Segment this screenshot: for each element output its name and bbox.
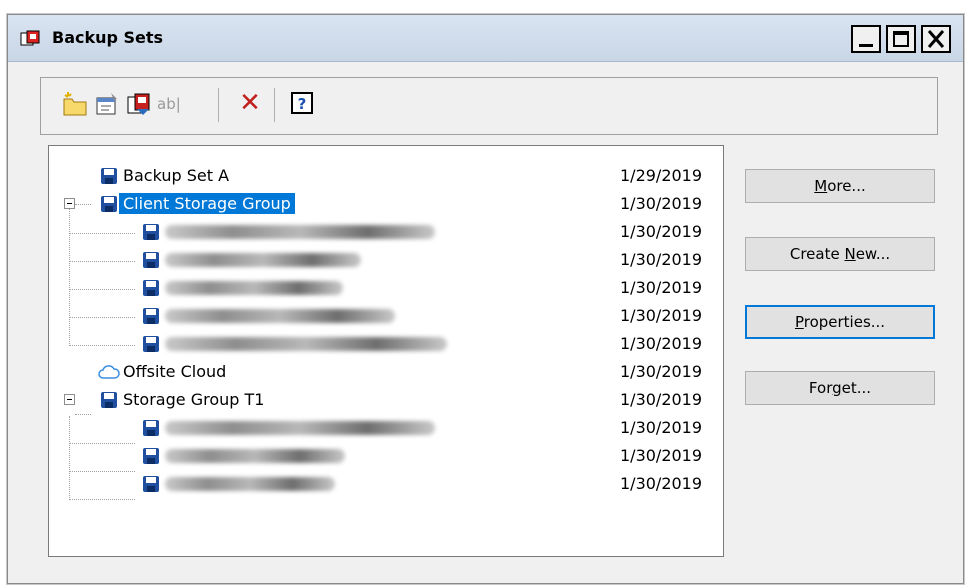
backup-sets-window: Backup Sets ab| ✕ ? Backup Set A 1/29/20… [7,14,964,584]
tree-row-date: 1/30/2019 [620,334,703,353]
floppy-icon [143,308,159,324]
forget-button-accesskey: g [832,379,842,397]
tree-row-child[interactable]: 1/30/2019 [49,302,719,330]
floppy-icon [101,392,117,408]
tree-row-date: 1/30/2019 [620,418,703,437]
tree-row-date: 1/30/2019 [620,278,703,297]
maximize-button[interactable] [886,25,916,53]
tree-row-client-storage-group[interactable]: Client Storage Group 1/30/2019 [49,190,719,218]
help-icon[interactable]: ? [291,92,313,114]
create-new-button-accesskey: N [844,245,856,263]
forget-button[interactable]: Forget... [745,371,935,405]
tree-row-storage-group-t1[interactable]: Storage Group T1 1/30/2019 [49,386,719,414]
forget-button-label-pre: For [808,379,833,397]
tree-row-child[interactable]: 1/30/2019 [49,246,719,274]
floppy-icon [143,224,159,240]
more-button-accesskey: M [814,177,828,195]
tree-row-date: 1/30/2019 [620,222,703,241]
floppy-icon [143,448,159,464]
tree-row-child[interactable]: 1/30/2019 [49,218,719,246]
tree-row-date: 1/30/2019 [620,390,703,409]
cloud-icon [98,365,120,379]
toolbar: ab| ✕ ? [40,77,938,135]
tree-row-date: 1/30/2019 [620,362,703,381]
redacted-label [165,309,395,323]
tree-row-date: 1/30/2019 [620,474,703,493]
toolbar-separator [274,88,275,122]
toolbar-separator [218,88,219,122]
title-bar[interactable]: Backup Sets [8,15,963,62]
tree-row-backup-set-a[interactable]: Backup Set A 1/29/2019 [49,162,719,190]
redacted-label [165,225,435,239]
floppy-icon [101,168,117,184]
backup-sets-app-icon [20,30,40,46]
tree-row-label: Client Storage Group [119,193,295,214]
backup-sets-tree[interactable]: Backup Set A 1/29/2019 Client Storage Gr… [48,145,724,557]
new-folder-icon[interactable] [61,89,89,119]
tree-row-child[interactable]: 1/30/2019 [49,470,719,498]
window-title: Backup Sets [52,28,164,47]
properties-icon[interactable] [93,89,121,119]
tree-row-label: Storage Group T1 [123,390,265,409]
properties-button[interactable]: Properties... [745,305,935,339]
backup-icon[interactable] [125,89,153,119]
floppy-icon [101,196,117,212]
floppy-icon [143,252,159,268]
floppy-icon [143,476,159,492]
minimize-icon [859,44,873,47]
create-new-button-label-pre: Create [789,245,845,263]
collapse-toggle[interactable] [64,394,75,405]
tree-row-label: Backup Set A [123,166,230,185]
tree-row-child[interactable]: 1/30/2019 [49,414,719,442]
tree-row-date: 1/29/2019 [620,166,703,185]
screen: Backup Sets ab| ✕ ? Backup Set A 1/29/20… [0,0,973,588]
create-new-button[interactable]: Create New... [745,237,935,271]
properties-button-label-post: roperties... [803,313,886,331]
create-new-button-label-post: ew... [855,245,891,263]
tree-row-child[interactable]: 1/30/2019 [49,330,719,358]
tree-connector [69,499,135,500]
tree-row-date: 1/30/2019 [620,250,703,269]
tree-row-date: 1/30/2019 [620,194,703,213]
delete-icon[interactable]: ✕ [236,89,264,119]
redacted-label [165,253,361,267]
redacted-label [165,449,345,463]
forget-button-label-post: et... [841,379,872,397]
floppy-icon [143,280,159,296]
floppy-icon [143,420,159,436]
floppy-icon [143,336,159,352]
properties-button-accesskey: P [794,313,804,331]
more-button[interactable]: More... [745,169,935,203]
tree-row-date: 1/30/2019 [620,306,703,325]
tree-row-date: 1/30/2019 [620,446,703,465]
redacted-label [165,477,335,491]
close-icon [927,30,945,48]
redacted-label [165,337,447,351]
rename-icon[interactable]: ab| [157,89,191,119]
collapse-toggle[interactable] [64,198,75,209]
close-button[interactable] [921,25,951,53]
more-button-label-post: ore... [827,177,866,195]
redacted-label [165,421,435,435]
tree-row-child[interactable]: 1/30/2019 [49,442,719,470]
tree-row-label: Offsite Cloud [123,362,227,381]
minimize-button[interactable] [851,25,881,53]
tree-row-offsite-cloud[interactable]: Offsite Cloud 1/30/2019 [49,358,719,386]
tree-row-child[interactable]: 1/30/2019 [49,274,719,302]
maximize-icon [893,31,909,47]
redacted-label [165,281,343,295]
